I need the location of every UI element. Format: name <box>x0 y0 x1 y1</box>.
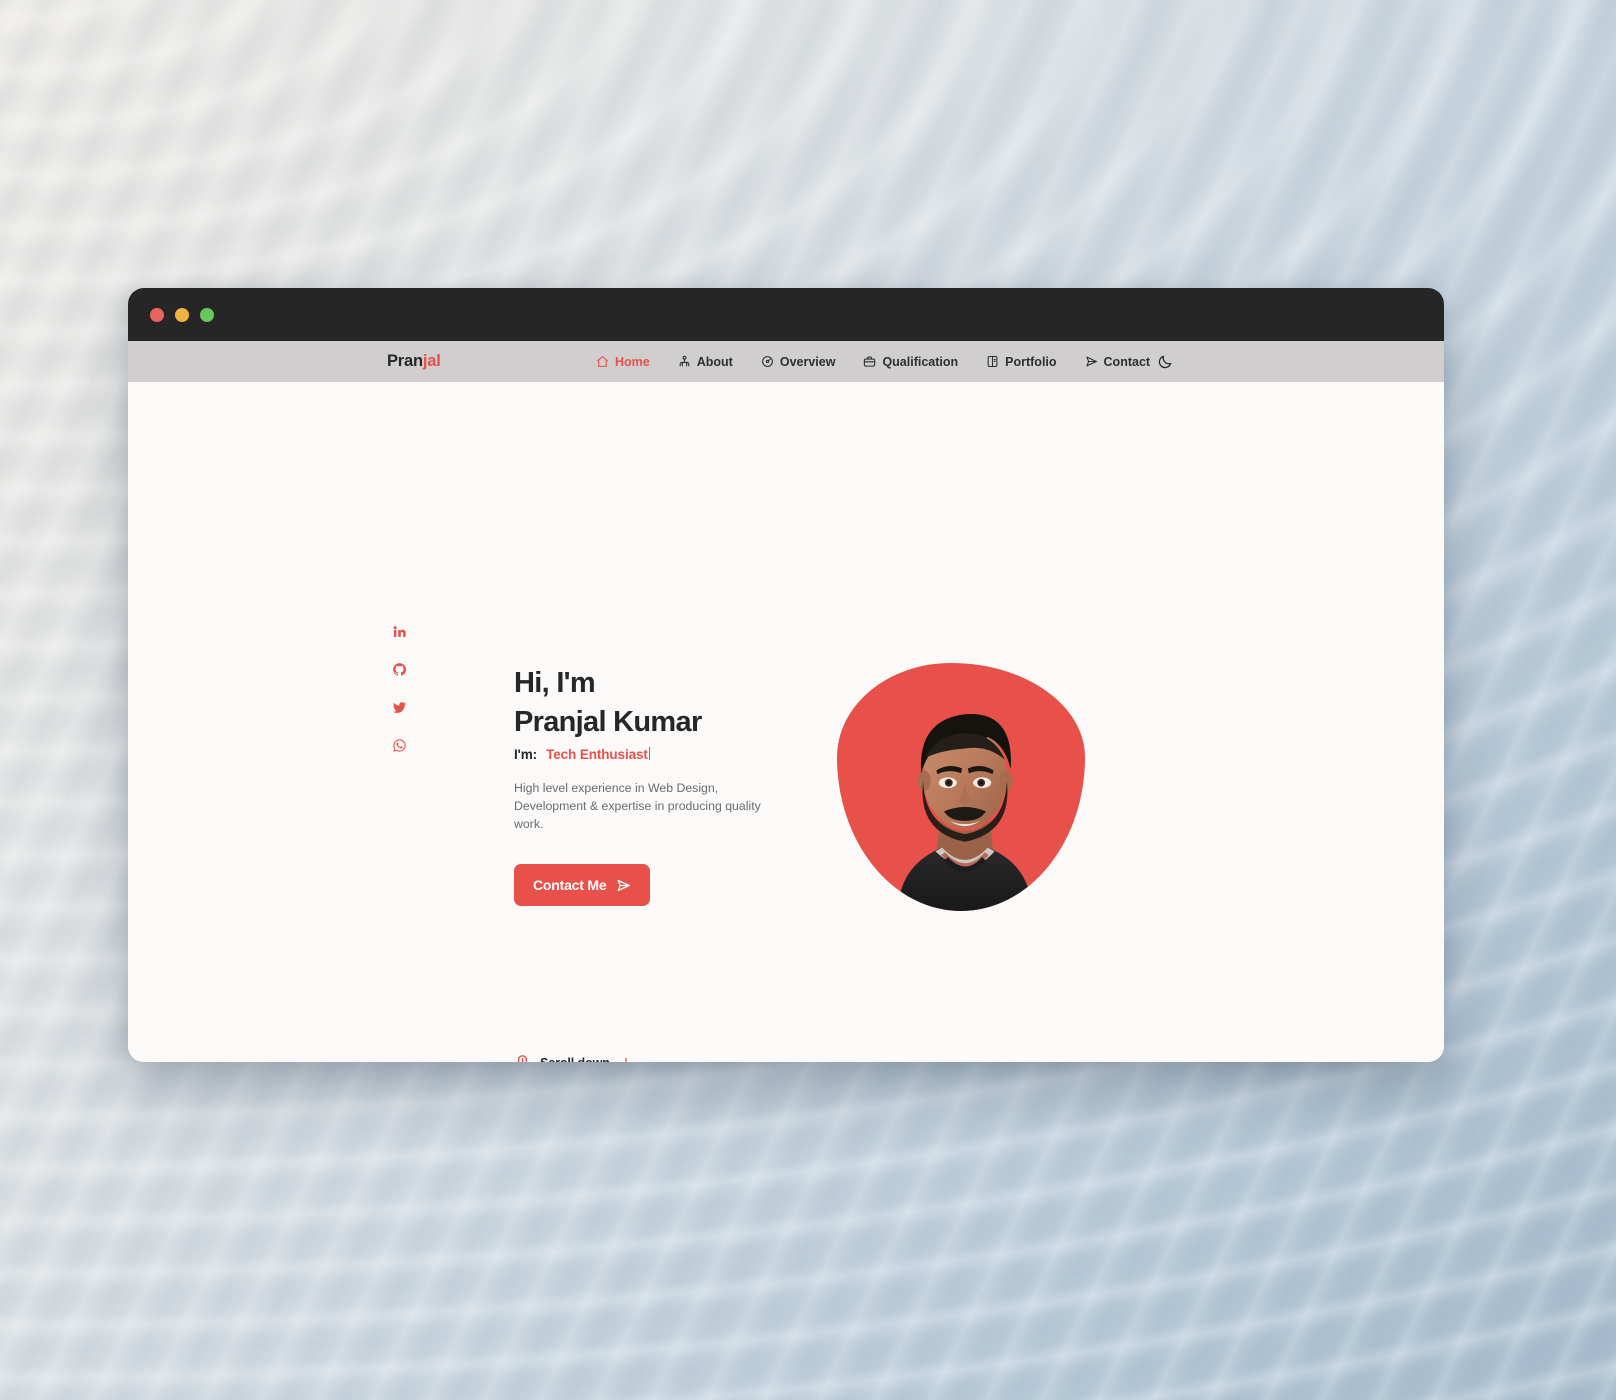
overview-icon <box>761 355 774 368</box>
nav-item-overview[interactable]: Overview <box>761 354 836 369</box>
hero-greeting: Hi, I'm <box>514 667 596 699</box>
linkedin-icon <box>392 624 407 639</box>
send-icon <box>616 878 631 893</box>
moon-icon <box>1157 354 1173 370</box>
nav-item-about-label: About <box>696 354 733 369</box>
theme-toggle-button[interactable] <box>1154 351 1176 373</box>
hero-section: Hi, I'm Pranjal Kumar I'm: Tech Enthusia… <box>128 382 1444 1062</box>
social-link-github[interactable] <box>390 660 408 678</box>
contact-me-label: Contact Me <box>533 877 607 894</box>
nav-item-contact[interactable]: Contact <box>1085 354 1151 369</box>
home-icon <box>596 355 609 368</box>
twitter-icon <box>392 700 407 715</box>
nav-links: Home About Overview Qualification Portfo… <box>596 355 1150 369</box>
maximize-window-button[interactable] <box>200 307 214 322</box>
nav-item-contact-label: Contact <box>1103 354 1151 369</box>
nav-item-about[interactable]: About <box>678 355 733 369</box>
social-link-linkedin[interactable] <box>390 622 408 640</box>
contact-me-button[interactable]: Contact Me <box>514 864 651 907</box>
minimize-window-button[interactable] <box>175 307 189 322</box>
hero-role-typed: Tech Enthusiast <box>546 746 651 762</box>
site-navbar: Pranjal Home About Overview Qualificatio… <box>128 341 1444 382</box>
hero-description: High level experience in Web Design, Dev… <box>514 780 761 832</box>
mouse-icon <box>514 1054 531 1062</box>
hero-name: Pranjal Kumar <box>514 705 702 738</box>
site-logo[interactable]: Pranjal <box>387 352 441 371</box>
scroll-down-indicator[interactable]: Scroll down <box>514 1054 633 1062</box>
nav-item-qualification-label: Qualification <box>882 354 959 369</box>
profile-blob-background <box>837 663 1085 911</box>
social-link-whatsapp[interactable] <box>390 736 408 754</box>
nav-item-home[interactable]: Home <box>596 355 650 369</box>
scroll-down-label: Scroll down <box>540 1056 610 1063</box>
social-link-twitter[interactable] <box>390 698 408 716</box>
logo-accent: jal <box>422 352 441 370</box>
logo-prefix: Pran <box>387 352 423 370</box>
hero-role-prefix: I'm: <box>514 746 538 762</box>
nav-item-portfolio[interactable]: Portfolio <box>986 354 1057 369</box>
github-icon <box>392 662 407 677</box>
browser-window: Pranjal Home About Overview Qualificatio… <box>128 288 1444 1062</box>
user-about-icon <box>678 355 691 368</box>
nav-item-qualification[interactable]: Qualification <box>863 355 958 369</box>
profile-photo <box>837 663 1085 911</box>
window-titlebar <box>128 288 1444 341</box>
nav-item-overview-label: Overview <box>779 354 836 369</box>
whatsapp-icon <box>392 738 407 753</box>
hero-role-typed-text: Tech Enthusiast <box>546 746 648 762</box>
nav-item-home-label: Home <box>615 354 650 369</box>
typing-caret <box>648 747 651 761</box>
close-window-button[interactable] <box>150 307 164 322</box>
briefcase-icon <box>863 355 876 368</box>
portfolio-icon <box>986 355 999 368</box>
hero-text-block: Hi, I'm Pranjal Kumar I'm: Tech Enthusia… <box>514 664 804 907</box>
profile-portrait-illustration <box>898 713 1032 911</box>
nav-item-portfolio-label: Portfolio <box>1005 354 1057 369</box>
hero-role-line: I'm: Tech Enthusiast <box>514 746 804 762</box>
social-links-rail <box>390 622 408 754</box>
arrow-down-icon <box>619 1056 633 1062</box>
send-icon <box>1085 355 1098 368</box>
